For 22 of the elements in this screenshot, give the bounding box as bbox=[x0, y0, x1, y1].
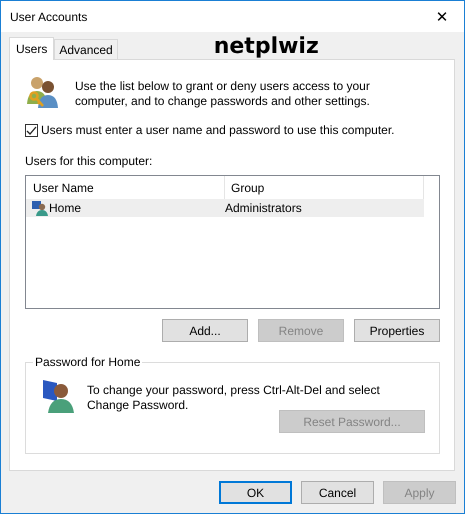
intro-text: Use the list below to grant or deny users access to your computer, and to change passwords and other settings. bbox=[75, 78, 371, 110]
user-name: Home bbox=[49, 201, 82, 215]
tab[interactable]: Advanced bbox=[54, 39, 118, 59]
users-label: Users for this computer: bbox=[25, 154, 154, 168]
user-icon bbox=[32, 200, 48, 216]
list-button[interactable]: Properties bbox=[354, 319, 440, 342]
password-info-text: To change your password, press Ctrl-Alt-Del and select Change Password. bbox=[87, 382, 381, 413]
list-button[interactable]: Add... bbox=[162, 319, 248, 342]
user-group: Administrators bbox=[218, 201, 424, 215]
dialog-button[interactable]: OK bbox=[219, 481, 292, 504]
group-title: Password for Home bbox=[33, 355, 142, 369]
close-button[interactable]: ✕ bbox=[420, 2, 464, 32]
tab[interactable]: Users bbox=[9, 37, 54, 60]
column-header[interactable]: User Name bbox=[26, 176, 224, 199]
user-computer-icon bbox=[41, 377, 77, 413]
checkbox[interactable] bbox=[25, 124, 38, 136]
overlay-caption: netplwiz bbox=[214, 35, 319, 59]
dialog-button[interactable]: Cancel bbox=[301, 481, 374, 504]
checkbox-label[interactable]: Users must enter a user name and password to use this computer. bbox=[41, 123, 395, 137]
window-title: User Accounts bbox=[10, 10, 88, 24]
user-row[interactable]: Home Administrators bbox=[26, 199, 424, 217]
users-key-icon bbox=[25, 74, 61, 110]
